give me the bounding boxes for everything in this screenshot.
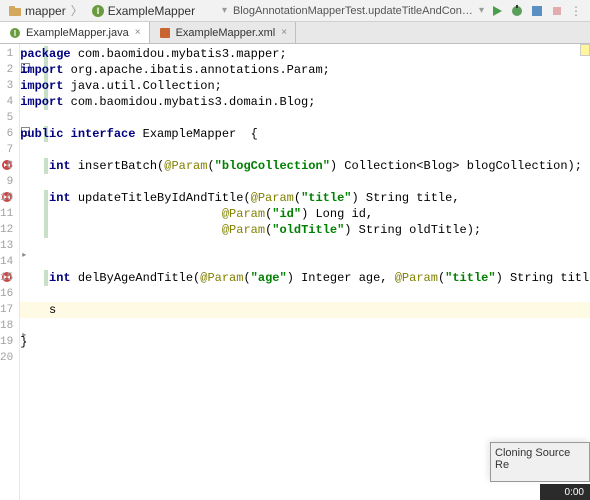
line-number: 7 <box>0 142 19 158</box>
code-line[interactable]: } <box>20 334 590 350</box>
breadcrumb-folder[interactable]: mapper 〉 <box>4 2 87 19</box>
line-number: 8 <box>0 158 19 174</box>
breadcrumb-class[interactable]: I ExampleMapper <box>87 4 199 18</box>
code-line[interactable]: int delByAgeAndTitle(@Param("age") Integ… <box>20 270 590 286</box>
close-icon[interactable]: × <box>135 27 141 38</box>
code-line[interactable]: import org.apache.ibatis.annotations.Par… <box>20 62 590 78</box>
code-line[interactable] <box>20 286 590 302</box>
svg-text:I: I <box>14 29 16 38</box>
code-line[interactable] <box>20 350 590 366</box>
status-time: 0:00 <box>565 487 584 498</box>
code-line[interactable]: int insertBatch(@Param("blogCollection")… <box>20 158 590 174</box>
line-number: 14 <box>0 254 19 270</box>
line-number: 2 <box>0 62 19 78</box>
status-popup: Cloning Source Re <box>490 442 590 482</box>
chevron-down-icon[interactable]: ▾ <box>479 5 484 16</box>
chevron-down-icon[interactable]: ▾ <box>222 5 227 16</box>
stop-icon[interactable] <box>550 4 564 18</box>
close-icon[interactable]: × <box>281 27 287 38</box>
line-number: 6 <box>0 126 19 142</box>
run-icon[interactable] <box>490 4 504 18</box>
code-line[interactable]: import java.util.Collection; <box>20 78 590 94</box>
line-number: 9 <box>0 174 19 190</box>
line-number: 13 <box>0 238 19 254</box>
code-line[interactable]: public interface ExampleMapper { <box>20 126 590 142</box>
line-number: 12 <box>0 222 19 238</box>
tab-example-mapper-xml[interactable]: ExampleMapper.xml × <box>150 22 297 43</box>
xml-icon <box>158 26 172 40</box>
code-area[interactable]: package com.baomidou.mybatis3.mapper;imp… <box>20 44 590 500</box>
line-number: 10 <box>0 190 19 206</box>
code-line[interactable] <box>20 238 590 254</box>
code-line[interactable]: package com.baomidou.mybatis3.mapper; <box>20 46 590 62</box>
run-config-label[interactable]: BlogAnnotationMapperTest.updateTitleAndC… <box>233 5 473 17</box>
tab-example-mapper-java[interactable]: I ExampleMapper.java × <box>0 22 150 43</box>
line-number: 5 <box>0 110 19 126</box>
folder-icon <box>8 4 22 18</box>
breadcrumb-folder-label: mapper <box>25 4 66 18</box>
more-icon[interactable]: ⋮ <box>570 4 582 18</box>
scroll-marker <box>580 44 590 56</box>
toolbar-right: ▾ BlogAnnotationMapperTest.updateTitleAn… <box>222 4 586 18</box>
status-popup-text: Cloning Source Re <box>495 447 570 471</box>
svg-text:I: I <box>96 6 99 16</box>
tab-label: ExampleMapper.xml <box>176 27 276 39</box>
line-number-gutter: 1234567891011121314151617181920 <box>0 44 20 500</box>
editor-tabs: I ExampleMapper.java × ExampleMapper.xml… <box>0 22 590 44</box>
code-line[interactable]: int updateTitleByIdAndTitle(@Param("titl… <box>20 190 590 206</box>
line-number: 18 <box>0 318 19 334</box>
breadcrumb-class-label: ExampleMapper <box>108 4 195 18</box>
line-number: 3 <box>0 78 19 94</box>
line-number: 1 <box>0 46 19 62</box>
code-line[interactable] <box>20 110 590 126</box>
code-line[interactable]: @Param("id") Long id, <box>20 206 590 222</box>
line-number: 20 <box>0 350 19 366</box>
status-bar: 0:00 <box>540 484 590 500</box>
line-number: 17 <box>0 302 19 318</box>
line-number: 11 <box>0 206 19 222</box>
line-number: 4 <box>0 94 19 110</box>
debug-icon[interactable] <box>510 4 524 18</box>
code-line[interactable] <box>20 254 590 270</box>
line-number: 19 <box>0 334 19 350</box>
line-number: 15 <box>0 270 19 286</box>
line-number: 16 <box>0 286 19 302</box>
interface-icon: I <box>8 26 22 40</box>
code-line[interactable]: s <box>20 302 590 318</box>
code-editor[interactable]: 1234567891011121314151617181920 − − ▸ ▸ … <box>0 44 590 500</box>
interface-icon: I <box>91 4 105 18</box>
breadcrumb-bar: mapper 〉 I ExampleMapper ▾ BlogAnnotatio… <box>0 0 590 22</box>
code-line[interactable] <box>20 142 590 158</box>
code-line[interactable]: import com.baomidou.mybatis3.domain.Blog… <box>20 94 590 110</box>
code-line[interactable] <box>20 318 590 334</box>
chevron-right-icon: 〉 <box>71 2 83 19</box>
code-line[interactable]: @Param("oldTitle") String oldTitle); <box>20 222 590 238</box>
coverage-icon[interactable] <box>530 4 544 18</box>
tab-label: ExampleMapper.java <box>26 27 129 39</box>
code-line[interactable] <box>20 174 590 190</box>
